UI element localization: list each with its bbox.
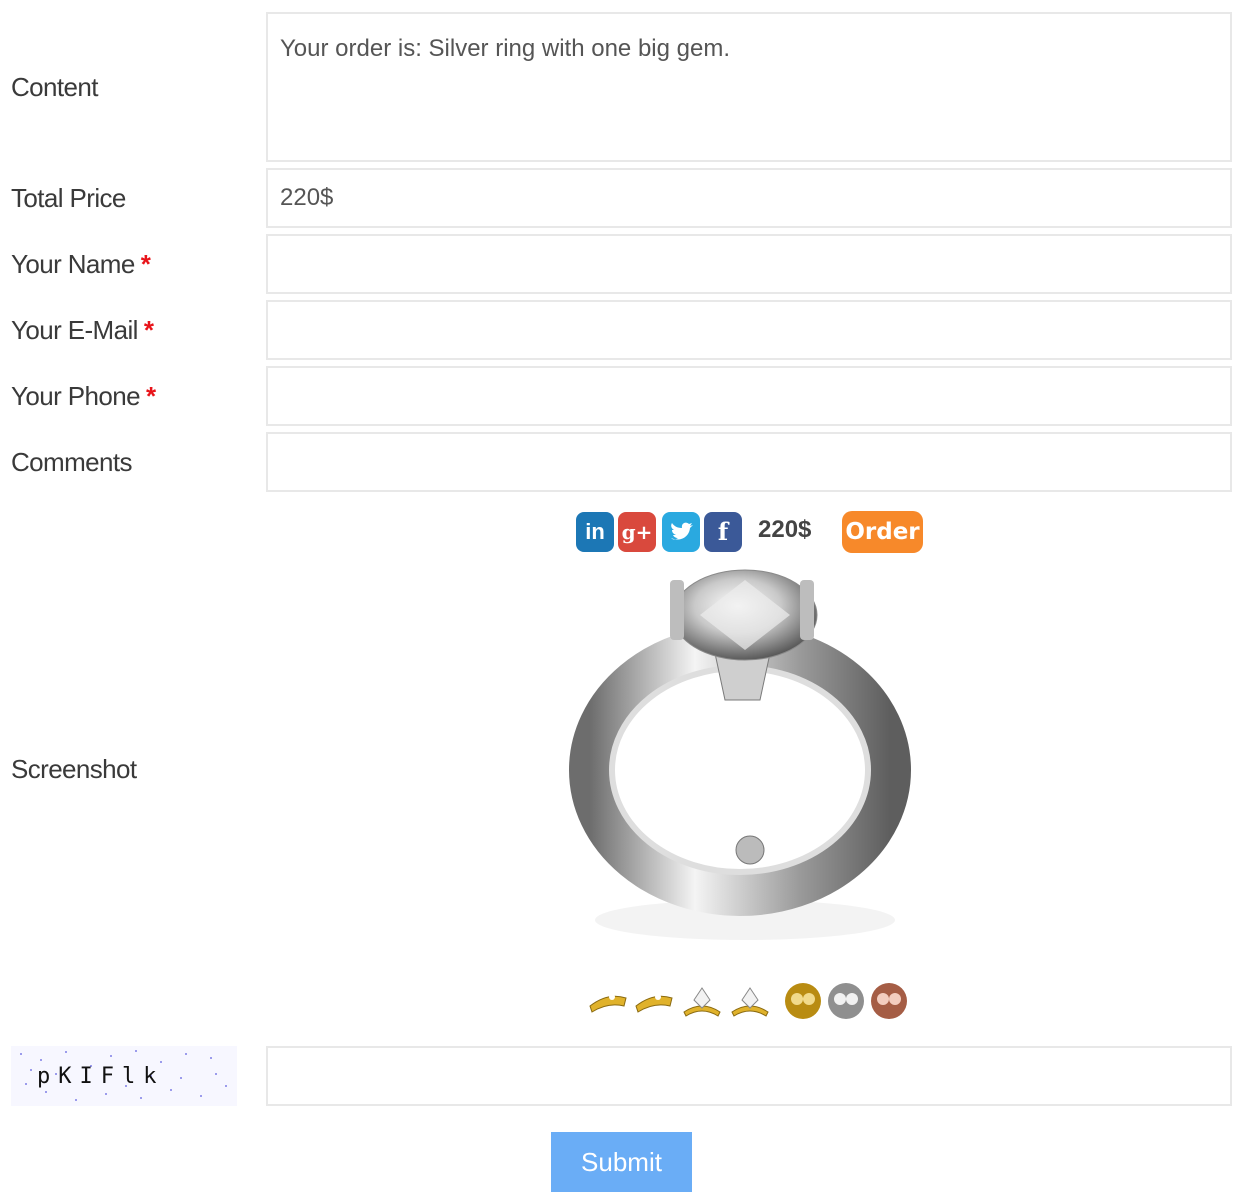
ring-image xyxy=(569,569,911,940)
screenshot-label: Screenshot xyxy=(11,754,137,784)
silver-metal-swatch[interactable] xyxy=(826,982,866,1020)
submit-button[interactable]: Submit xyxy=(551,1132,692,1192)
comments-field[interactable] xyxy=(266,432,1232,492)
gold-ring-gem-swatch[interactable] xyxy=(682,982,722,1020)
captcha-image: pKIFlk xyxy=(11,1046,237,1106)
name-label-text: Your Name xyxy=(11,249,135,279)
name-label: Your Name * xyxy=(11,249,151,280)
google-plus-icon[interactable]: g+ xyxy=(618,512,656,552)
comments-label: Comments xyxy=(11,447,133,477)
phone-field[interactable] xyxy=(266,366,1232,426)
linkedin-icon[interactable]: in xyxy=(576,512,614,552)
required-marker: * xyxy=(145,381,156,411)
name-field[interactable] xyxy=(266,234,1232,294)
email-label-text: Your E-Mail xyxy=(11,315,138,345)
order-button[interactable]: Order xyxy=(842,511,923,553)
gold-ring-side-swatch[interactable] xyxy=(588,982,628,1020)
phone-label-text: Your Phone xyxy=(11,381,141,411)
product-price: 220$ xyxy=(758,516,812,543)
email-label: Your E-Mail * xyxy=(11,315,154,346)
rose-gold-metal-swatch[interactable] xyxy=(869,982,909,1020)
total-price-label: Total Price xyxy=(11,183,126,213)
required-marker: * xyxy=(143,315,154,345)
facebook-icon[interactable]: f xyxy=(704,512,742,552)
email-field[interactable] xyxy=(266,300,1232,360)
content-label: Content xyxy=(11,72,98,102)
content-textarea[interactable]: Your order is: Silver ring with one big … xyxy=(266,12,1232,162)
gold-metal-swatch[interactable] xyxy=(783,982,823,1020)
twitter-icon[interactable] xyxy=(662,512,700,552)
gold-ring-side-swatch[interactable] xyxy=(634,982,674,1020)
captcha-text: pKIFlk xyxy=(37,1064,165,1089)
required-marker: * xyxy=(140,249,151,279)
gold-ring-gem-swatch[interactable] xyxy=(730,982,770,1020)
captcha-input[interactable] xyxy=(266,1046,1232,1106)
total-price-field[interactable] xyxy=(266,168,1232,228)
phone-label: Your Phone * xyxy=(11,381,156,412)
